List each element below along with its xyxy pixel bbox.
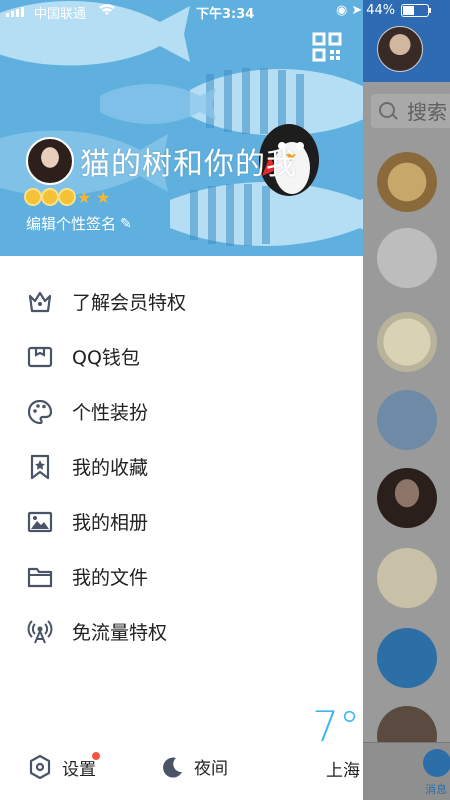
menu-item-qq-wallet[interactable]: QQ钱包	[0, 329, 363, 384]
bookmark-star-icon	[26, 453, 54, 481]
menu-item-free-data[interactable]: 免流量特权	[0, 604, 363, 659]
conversation-avatar	[377, 468, 437, 528]
signature-label: 编辑个性签名	[26, 215, 117, 233]
qr-code-icon	[312, 32, 342, 62]
palette-icon	[26, 398, 54, 426]
background-user-avatar	[377, 26, 423, 72]
menu-item-vip-privileges[interactable]: 了解会员特权	[0, 274, 363, 329]
wallet-icon	[26, 343, 54, 371]
level-sun-icon	[60, 190, 74, 204]
conversation-avatar	[377, 312, 437, 372]
notification-dot	[92, 752, 100, 760]
level-sun-icon	[26, 190, 40, 204]
qr-code-button[interactable]	[312, 32, 342, 62]
profile-header[interactable]: 猫的树和你的我 ★ ★ 编辑个性签名 ✎	[0, 0, 363, 256]
group-avatar	[377, 628, 437, 688]
battery-percent: 44%	[366, 3, 396, 18]
conversation-avatar	[377, 152, 437, 212]
folder-icon	[26, 563, 54, 591]
photo-icon	[26, 508, 54, 536]
status-bar: 中国联通 下午3:34 ◉ ➤ 44%	[0, 0, 450, 24]
settings-button[interactable]: 设置	[28, 752, 100, 780]
message-tab-label: 消息	[425, 783, 447, 796]
drawer-menu: 了解会员特权 QQ钱包 个性装扮 我的收藏 我的相册 我的文件 免流量特权	[0, 274, 363, 659]
background-search-placeholder: 搜索	[407, 100, 447, 124]
status-time: 下午3:34	[196, 7, 255, 22]
night-mode-label: 夜间	[194, 759, 228, 779]
conversation-avatar	[377, 228, 437, 288]
menu-item-personalize[interactable]: 个性装扮	[0, 384, 363, 439]
conversation-avatar	[377, 548, 437, 608]
edit-signature-link[interactable]: 编辑个性签名 ✎	[26, 213, 132, 234]
message-tab-icon	[423, 749, 450, 777]
crown-icon	[26, 288, 54, 316]
menu-item-label: QQ钱包	[72, 347, 140, 369]
antenna-icon	[26, 618, 54, 646]
night-mode-button[interactable]: 夜间	[160, 754, 228, 779]
settings-hexagon-icon	[29, 754, 51, 780]
status-right-indicators: ◉ ➤ 44%	[336, 3, 432, 18]
qq-level-icons[interactable]: ★ ★	[26, 190, 112, 206]
menu-item-album[interactable]: 我的相册	[0, 494, 363, 549]
background-app-dimmed[interactable]: 搜索 消息	[363, 0, 450, 800]
menu-item-label: 免流量特权	[72, 622, 168, 644]
pencil-icon: ✎	[120, 215, 132, 232]
moon-icon	[163, 757, 182, 778]
search-icon	[379, 102, 395, 118]
drawer-footer: 设置 夜间	[0, 740, 363, 800]
menu-item-label: 个性装扮	[72, 402, 149, 424]
signal-strength-icon	[6, 7, 24, 17]
level-sun-icon	[43, 190, 57, 204]
menu-item-label: 我的相册	[72, 512, 149, 534]
menu-item-label: 我的文件	[72, 567, 149, 589]
background-search-bar: 搜索	[371, 94, 450, 128]
battery-icon	[401, 4, 432, 17]
wifi-icon	[98, 2, 116, 20]
settings-label: 设置	[62, 759, 96, 780]
conversation-avatar	[377, 390, 437, 450]
orientation-lock-icon: ◉	[336, 3, 348, 18]
menu-item-files[interactable]: 我的文件	[0, 549, 363, 604]
level-star-icon: ★	[96, 188, 111, 207]
menu-item-favorites[interactable]: 我的收藏	[0, 439, 363, 494]
location-arrow-icon: ➤	[351, 3, 363, 18]
background-tab-bar: 消息	[363, 742, 450, 800]
profile-avatar[interactable]	[26, 137, 74, 185]
side-drawer: 猫的树和你的我 ★ ★ 编辑个性签名 ✎ 了解会员特权 QQ钱包 个性装扮 我的…	[0, 0, 363, 800]
profile-nickname[interactable]: 猫的树和你的我	[80, 139, 297, 183]
menu-item-label: 了解会员特权	[72, 292, 187, 314]
level-star-icon: ★	[77, 188, 92, 207]
carrier-name: 中国联通	[34, 7, 87, 22]
menu-item-label: 我的收藏	[72, 457, 149, 479]
